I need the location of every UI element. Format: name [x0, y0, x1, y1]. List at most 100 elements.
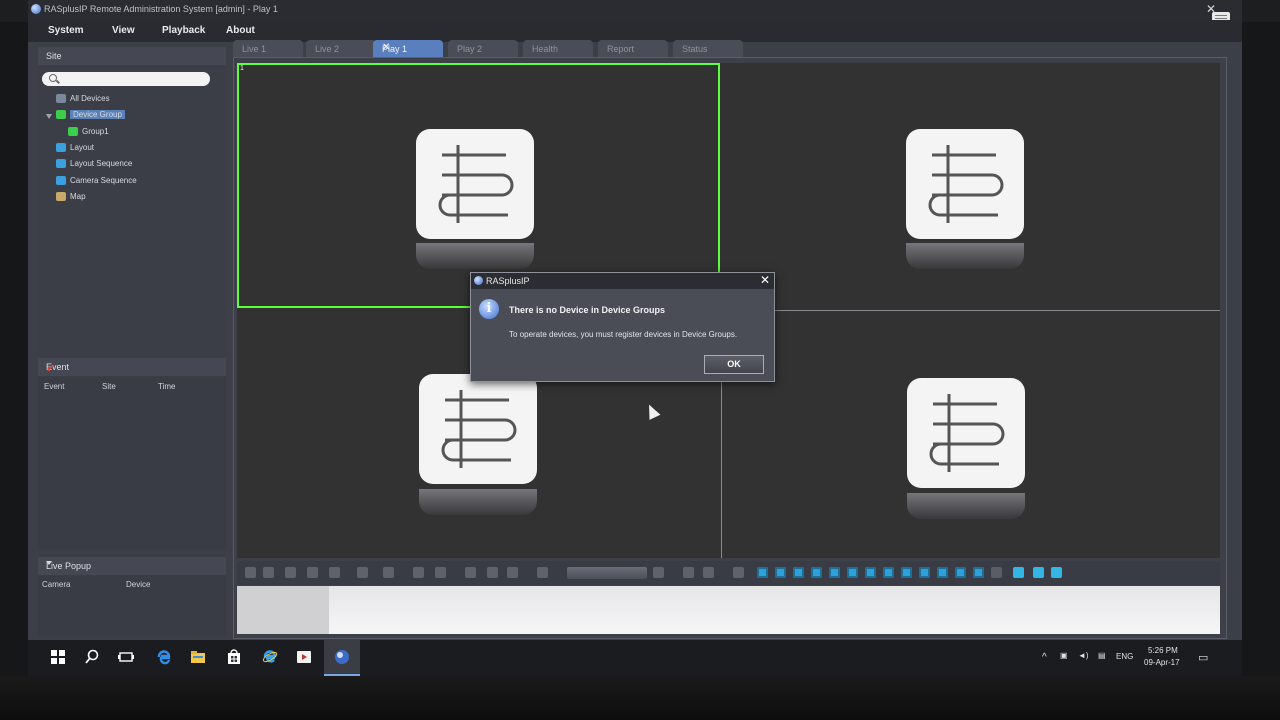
tree-item-camera-sequence[interactable]: Camera Sequence: [56, 174, 137, 187]
taskbar: ^ ▣ ◄) ▤ ENG 5:26 PM 09-Apr-17 ▭: [28, 640, 1242, 676]
layout-2x2-icon[interactable]: [775, 567, 786, 578]
fullscreen-icon[interactable]: [1013, 567, 1024, 578]
ok-button[interactable]: OK: [704, 355, 764, 374]
timeline[interactable]: [237, 586, 1220, 634]
layout-custom-icon[interactable]: [991, 567, 1002, 578]
bookmark-icon[interactable]: [307, 567, 318, 578]
export-icon[interactable]: [285, 567, 296, 578]
menu-system[interactable]: System: [48, 25, 84, 36]
layout-6x6-icon[interactable]: [847, 567, 858, 578]
next-page-icon[interactable]: [1051, 567, 1062, 578]
layout-3x3-icon[interactable]: [793, 567, 804, 578]
tree-item-all-devices[interactable]: All Devices: [56, 92, 110, 105]
step-back-icon[interactable]: [487, 567, 498, 578]
logo-reflection: [906, 243, 1024, 269]
group-icon: [68, 127, 78, 136]
tree-item-map[interactable]: Map: [56, 190, 86, 203]
tree-expander-icon[interactable]: [46, 114, 52, 119]
layout-sequence-icon: [56, 159, 66, 168]
tab-play-2[interactable]: Play 2: [448, 40, 518, 57]
tab-play-1[interactable]: Play 1 ✕: [373, 40, 443, 57]
no-video-logo-icon: [907, 378, 1025, 488]
tree-item-device-group[interactable]: Device Group: [56, 108, 125, 121]
menu-view[interactable]: View: [112, 25, 135, 36]
last-icon[interactable]: [703, 567, 714, 578]
layout-5x5-icon[interactable]: [829, 567, 840, 578]
event-panel-header: Event ✔: [38, 358, 226, 376]
tab-status[interactable]: Status: [673, 40, 743, 57]
next-icon[interactable]: [683, 567, 694, 578]
live-popup-column-device[interactable]: Device: [126, 580, 150, 589]
windows-start-icon[interactable]: [50, 649, 66, 665]
chevron-down-icon[interactable]: [46, 561, 52, 565]
search-playback-icon[interactable]: [435, 567, 446, 578]
layout-icon[interactable]: [733, 567, 744, 578]
snapshot-icon[interactable]: [245, 567, 256, 578]
notification-icon[interactable]: ▭: [1198, 651, 1208, 664]
keyboard-icon[interactable]: ▤: [1098, 651, 1106, 660]
volume-icon[interactable]: ◄): [1078, 651, 1089, 660]
layout-4x4-icon[interactable]: [811, 567, 822, 578]
play-icon[interactable]: [537, 567, 548, 578]
tab-label: Live 2: [315, 44, 340, 54]
tab-report[interactable]: Report: [598, 40, 668, 57]
lock-icon[interactable]: [653, 567, 664, 578]
clock-time[interactable]: 5:26 PM: [1148, 646, 1178, 655]
tab-strip: Live 1 Live 2 Play 1 ✕ Play 2 Health Rep…: [233, 40, 1233, 57]
site-header-label: Site: [46, 51, 62, 61]
record-icon[interactable]: [383, 567, 394, 578]
tree-item-layout-sequence[interactable]: Layout Sequence: [56, 157, 132, 170]
speed-slider[interactable]: [567, 567, 647, 579]
event-column-event[interactable]: Event: [44, 382, 64, 391]
screen: RASplusIP Remote Administration System […: [28, 0, 1242, 676]
step-forward-icon[interactable]: [507, 567, 518, 578]
camera-icon[interactable]: [357, 567, 368, 578]
edge-icon[interactable]: [156, 649, 172, 665]
info-icon: i: [479, 299, 499, 319]
layout-9-icon[interactable]: [901, 567, 912, 578]
tab-live-1[interactable]: Live 1: [233, 40, 303, 57]
tree-item-label: Camera Sequence: [70, 176, 137, 185]
layout-7-icon[interactable]: [865, 567, 876, 578]
file-explorer-icon[interactable]: [190, 649, 206, 665]
rasplusip-app-icon[interactable]: [334, 649, 350, 665]
store-icon[interactable]: [226, 649, 242, 665]
device-group-icon: [56, 110, 66, 119]
menu-about[interactable]: About: [226, 25, 255, 36]
layout-10-icon[interactable]: [919, 567, 930, 578]
event-check-icon[interactable]: ✔: [46, 362, 220, 375]
previous-page-icon[interactable]: [1033, 567, 1044, 578]
site-search-input[interactable]: [42, 72, 210, 86]
tab-live-2[interactable]: Live 2: [306, 40, 376, 57]
print-icon[interactable]: [329, 567, 340, 578]
dialog-close-button[interactable]: ✕: [760, 273, 770, 287]
pause-icon[interactable]: [465, 567, 476, 578]
language-indicator[interactable]: ENG: [1116, 652, 1133, 661]
zoom-icon[interactable]: [263, 567, 274, 578]
live-popup-header[interactable]: Live Popup: [38, 557, 226, 575]
layout-icon: [56, 143, 66, 152]
event-column-site[interactable]: Site: [102, 382, 116, 391]
live-popup-column-camera[interactable]: Camera: [42, 580, 70, 589]
task-view-icon[interactable]: [118, 649, 134, 665]
event-column-time[interactable]: Time: [158, 382, 175, 391]
dialog-message: To operate devices, you must register de…: [509, 330, 738, 339]
tree-item-group1[interactable]: Group1: [68, 125, 109, 138]
chevron-up-icon[interactable]: ^: [1042, 652, 1047, 663]
media-player-icon[interactable]: [296, 649, 312, 665]
menu-playback[interactable]: Playback: [162, 25, 205, 36]
layout-11-icon[interactable]: [937, 567, 948, 578]
tab-health[interactable]: Health: [523, 40, 593, 57]
clock-date[interactable]: 09-Apr-17: [1144, 658, 1180, 667]
rewind-icon[interactable]: [413, 567, 424, 578]
window-title: RASplusIP Remote Administration System […: [44, 4, 278, 14]
network-icon[interactable]: ▣: [1060, 651, 1068, 660]
layout-1x1-icon[interactable]: [757, 567, 768, 578]
layout-12-icon[interactable]: [955, 567, 966, 578]
search-icon[interactable]: [84, 649, 100, 665]
tab-close-icon[interactable]: ✕: [382, 42, 439, 53]
layout-8-icon[interactable]: [883, 567, 894, 578]
internet-explorer-icon[interactable]: [262, 649, 278, 665]
tree-item-layout[interactable]: Layout: [56, 141, 94, 154]
layout-13-icon[interactable]: [973, 567, 984, 578]
